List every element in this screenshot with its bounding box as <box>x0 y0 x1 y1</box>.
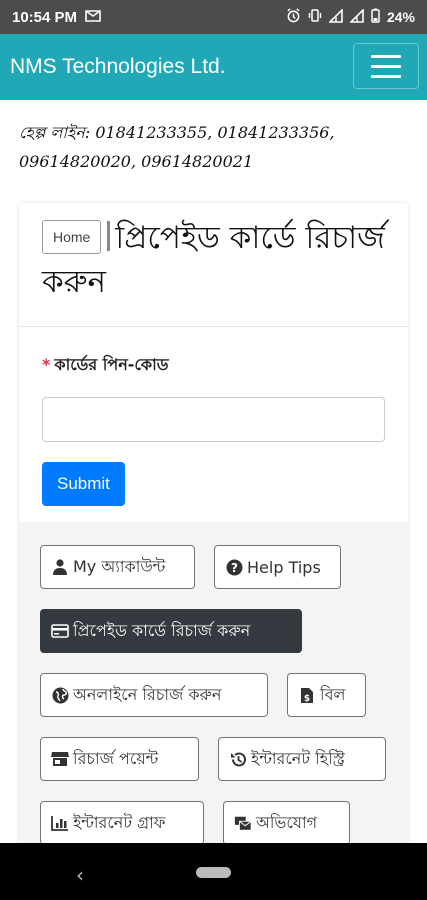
pin-label-text: কার্ডের পিন-কোড <box>54 355 169 374</box>
signal-icon <box>328 7 343 26</box>
vibrate-icon <box>308 8 322 26</box>
prepaid-recharge-label: প্রিপেইড কার্ডে রিচার্জ করুন <box>73 620 251 640</box>
my-account-button[interactable]: My অ্যাকাউন্ট <box>40 545 195 589</box>
pin-form: * কার্ডের পিন-কোড Submit <box>19 327 408 521</box>
home-pill-icon[interactable] <box>196 867 231 878</box>
card-header: Home প্রিপেইড কার্ডে রিচার্জ করুন <box>19 203 408 327</box>
mail-bulk-icon <box>234 814 252 832</box>
pin-label: * কার্ডের পিন-কোড <box>42 352 385 379</box>
alarm-icon <box>286 8 301 26</box>
help-tips-label: Help Tips <box>247 557 321 577</box>
svg-text:?: ? <box>231 561 238 575</box>
home-button[interactable]: Home <box>42 220 102 254</box>
complaint-button[interactable]: অভিযোগ <box>223 801 350 845</box>
internet-history-button[interactable]: ইন্টারনেট হিস্ট্রি <box>218 737 386 781</box>
online-recharge-button[interactable]: অনলাইনে রিচার্জ করুন <box>40 673 268 717</box>
user-icon <box>51 558 69 576</box>
complaint-label: অভিযোগ <box>256 812 318 832</box>
helpline-text: হেল্প লাইন: 01841233355, 01841233356, 09… <box>19 123 335 171</box>
internet-graph-label: ইন্টারনেট গ্রাফ <box>73 812 166 832</box>
globe-icon <box>51 686 69 704</box>
title-divider <box>107 221 111 251</box>
pin-code-input[interactable] <box>42 397 385 442</box>
file-invoice-icon: $ <box>298 686 316 704</box>
recharge-point-button[interactable]: রিচার্জ পয়েন্ট <box>40 737 199 781</box>
internet-graph-button[interactable]: ইন্টারনেট গ্রাফ <box>40 801 204 845</box>
signal-icon <box>349 7 364 26</box>
back-icon[interactable]: ‹ <box>76 863 84 887</box>
my-account-label: My অ্যাকাউন্ট <box>73 556 166 576</box>
question-circle-icon: ? <box>225 558 243 576</box>
bill-label: বিল <box>320 684 346 704</box>
chart-bar-icon <box>51 814 69 832</box>
recharge-card: Home প্রিপেইড কার্ডে রিচার্জ করুন * কার্ডে… <box>19 203 408 863</box>
menu-buttons: My অ্যাকাউন্ট ? Help Tips প্রিপেইড কার্ড… <box>19 522 408 863</box>
battery-icon <box>371 8 380 26</box>
prepaid-recharge-button[interactable]: প্রিপেইড কার্ডে রিচার্জ করুন <box>40 609 302 653</box>
system-nav-bar: ‹ <box>0 843 427 900</box>
store-icon <box>51 750 69 768</box>
internet-history-label: ইন্টারনেট হিস্ট্রি <box>251 748 345 768</box>
recharge-point-label: রিচার্জ পয়েন্ট <box>73 748 159 768</box>
gmail-icon <box>85 9 101 26</box>
svg-text:$: $ <box>304 694 310 704</box>
submit-button[interactable]: Submit <box>42 462 125 506</box>
bill-button[interactable]: $ বিল <box>287 673 366 717</box>
credit-card-icon <box>51 622 69 640</box>
required-mark: * <box>42 355 51 374</box>
menu-toggle-button[interactable] <box>353 43 419 89</box>
navbar: NMS Technologies Ltd. <box>0 34 427 100</box>
brand-name[interactable]: NMS Technologies Ltd. <box>10 55 226 79</box>
hamburger-icon <box>371 54 401 58</box>
history-icon <box>229 750 247 768</box>
status-bar: 10:54 PM 24% <box>0 0 427 34</box>
help-tips-button[interactable]: ? Help Tips <box>214 545 341 589</box>
online-recharge-label: অনলাইনে রিচার্জ করুন <box>73 684 222 704</box>
status-time: 10:54 PM <box>12 8 78 26</box>
battery-percent: 24% <box>386 9 415 25</box>
